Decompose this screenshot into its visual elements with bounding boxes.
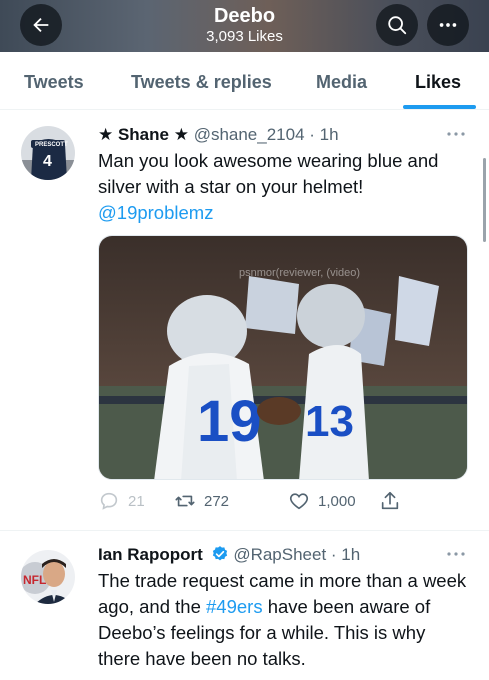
reply-count: 21 [128, 492, 145, 510]
reply-button[interactable]: 21 [98, 490, 145, 512]
active-tab-indicator [403, 105, 476, 109]
jersey-number: 13 [305, 397, 354, 446]
svg-text:PRESCOTT: PRESCOTT [35, 142, 68, 148]
author-handle[interactable]: @RapSheet [233, 545, 326, 564]
share-icon [381, 491, 399, 510]
verified-badge-icon [212, 546, 227, 561]
tweet-text: The trade request came in more than a we… [98, 568, 470, 672]
tweet-header: Ian Rapoport @RapSheet · 1h [98, 544, 360, 566]
search-icon [388, 16, 407, 35]
avatar[interactable]: PRESCOTT 4 [21, 126, 75, 180]
tweet-divider [0, 530, 489, 531]
avatar[interactable]: NFL [21, 550, 75, 604]
svg-text:NFL: NFL [23, 573, 46, 587]
more-horizontal-icon [447, 132, 465, 136]
tab-tweets-and-replies[interactable]: Tweets & replies [131, 72, 272, 93]
tweet-header: ★ Shane ★ @shane_2104 · 1h [98, 124, 339, 146]
tab-likes[interactable]: Likes [415, 72, 461, 93]
mention-link[interactable]: @19problemz [98, 202, 213, 223]
heart-icon [289, 493, 309, 510]
hashtag-link[interactable]: #49ers [206, 596, 263, 617]
author-name[interactable]: ★ Shane ★ [98, 125, 189, 144]
tweet-more-button[interactable] [446, 126, 466, 142]
more-horizontal-icon [447, 552, 465, 556]
tweet-actions: 21 272 1,000 [98, 490, 468, 516]
tab-tweets[interactable]: Tweets [24, 72, 84, 93]
tweet-time: · 1h [309, 125, 339, 144]
more-horizontal-icon [439, 23, 457, 27]
share-button[interactable] [379, 490, 401, 512]
tweet-text: Man you look awesome wearing blue and si… [98, 148, 470, 226]
author-handle[interactable]: @shane_2104 [194, 125, 305, 144]
profile-tabs: Tweets Tweets & replies Media Likes [0, 52, 489, 110]
media-watermark: psnmor(reviewer, (video) [239, 267, 360, 279]
tab-media[interactable]: Media [316, 72, 367, 93]
like-count: 1,000 [318, 492, 356, 510]
scrollbar[interactable] [483, 158, 486, 242]
retweet-button[interactable]: 272 [174, 490, 229, 512]
profile-header: Deebo 3,093 Likes [0, 0, 489, 52]
reply-icon [100, 492, 118, 510]
tweet-time: · 1h [330, 545, 361, 564]
jersey-number: 19 [197, 389, 262, 454]
tweet-more-button[interactable] [446, 546, 466, 562]
more-button[interactable] [427, 4, 469, 46]
svg-text:4: 4 [43, 153, 52, 170]
tweet-media-image[interactable]: 19 13 psnmor(reviewer, (video) [98, 235, 468, 480]
author-name[interactable]: Ian Rapoport [98, 545, 203, 564]
like-button[interactable]: 1,000 [288, 490, 356, 512]
retweet-count: 272 [204, 492, 230, 510]
search-button[interactable] [376, 4, 418, 46]
tweet-text-content: Man you look awesome wearing blue and si… [98, 150, 439, 197]
retweet-icon [175, 495, 195, 507]
